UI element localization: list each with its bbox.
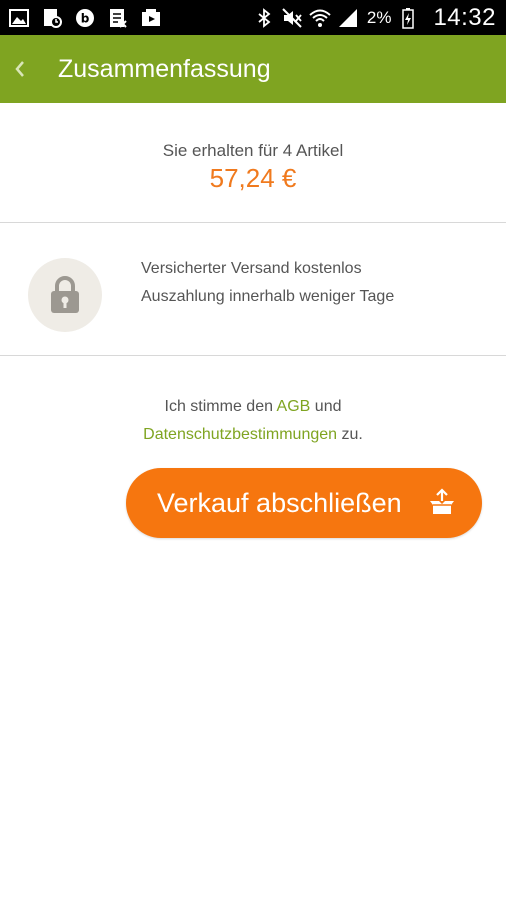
consent-line-1: Ich stimme den AGB und [0, 393, 506, 421]
complete-sale-label: Verkauf abschließen [157, 487, 402, 518]
complete-sale-button[interactable]: Verkauf abschließen [126, 468, 482, 538]
document-notification-icon [107, 7, 129, 29]
divider [0, 355, 506, 356]
status-bar-notifications: b [8, 0, 162, 35]
payout-summary: Sie erhalten für 4 Artikel 57,24 € [0, 103, 506, 223]
bluetooth-icon [253, 7, 275, 29]
clock: 14:32 [433, 3, 496, 31]
svg-text:b: b [81, 11, 90, 25]
terms-consent: Ich stimme den AGB und Datenschutzbestim… [0, 393, 506, 449]
status-bar: b 2% 14:32 [0, 0, 506, 35]
payout-info-line: Auszahlung innerhalb weniger Tage [141, 288, 395, 305]
shipping-info-line: Versicherter Versand kostenlos [141, 260, 362, 277]
lock-icon [28, 258, 102, 332]
back-button[interactable] [0, 35, 40, 103]
battery-percentage: 2% [366, 7, 392, 27]
page-title: Zusammenfassung [58, 54, 271, 83]
chevron-left-icon [15, 61, 24, 77]
signal-icon [337, 7, 359, 29]
consent-suffix-text: zu. [337, 426, 363, 443]
clipboard-notification-icon [41, 7, 63, 29]
consent-prefix-text: Ich stimme den [164, 398, 277, 415]
wifi-icon [309, 7, 331, 29]
payout-amount: 57,24 € [209, 163, 297, 193]
gallery-notification-icon [8, 7, 30, 29]
agb-link[interactable]: AGB [277, 398, 311, 415]
status-bar-system: 2% 14:32 [253, 0, 496, 35]
battery-icon [397, 7, 419, 29]
privacy-policy-link[interactable]: Datenschutzbestimmungen [143, 426, 337, 443]
payout-description: Sie erhalten für 4 Artikel [162, 141, 344, 160]
shipping-info: Versicherter Versand kostenlos Auszahlun… [0, 224, 506, 355]
mute-icon [281, 7, 303, 29]
divider [0, 222, 506, 223]
media-notification-icon [140, 7, 162, 29]
consent-middle-text: und [310, 398, 342, 415]
action-bar: Zusammenfassung [0, 35, 506, 103]
box-upload-icon [429, 488, 455, 516]
beats-audio-icon: b [74, 7, 96, 29]
consent-line-2: Datenschutzbestimmungen zu. [0, 421, 506, 449]
